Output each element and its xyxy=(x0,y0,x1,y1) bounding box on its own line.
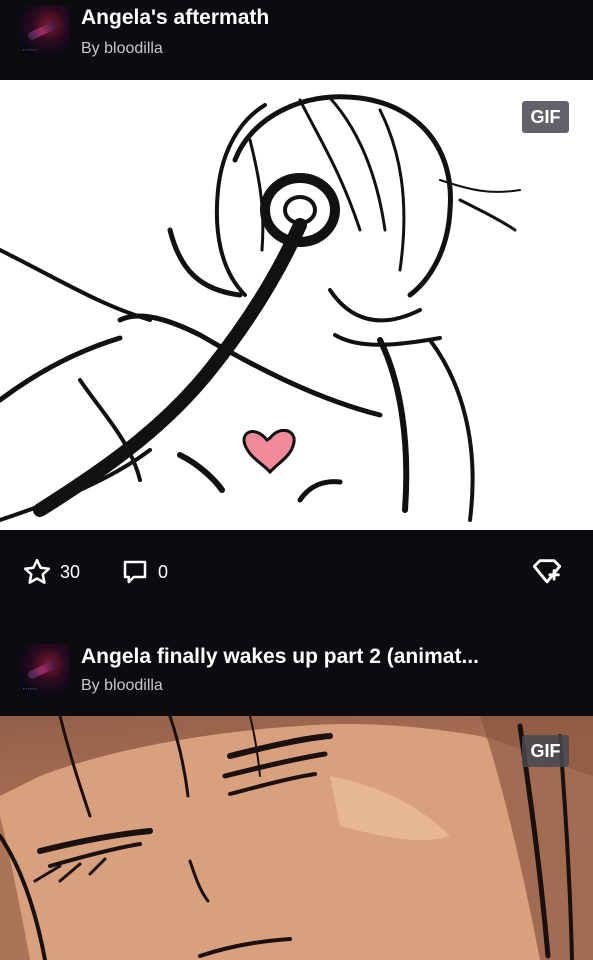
post-header: ▪▪▪▪▪▪ Angela's aftermath By bloodilla xyxy=(0,0,593,80)
post-media-image[interactable]: GIF xyxy=(0,716,593,960)
comment-count: 0 xyxy=(158,561,169,582)
post-author[interactable]: By bloodilla xyxy=(81,676,163,696)
post-card: ▪▪▪▪▪▪ Angela's aftermath By bloodilla G… xyxy=(0,0,593,584)
comment-bubble-icon xyxy=(120,557,150,587)
author-avatar[interactable]: ▪▪▪▪▪▪ xyxy=(19,644,69,694)
star-icon xyxy=(22,557,52,587)
comment-button[interactable]: 0 xyxy=(120,557,168,587)
post-title[interactable]: Angela finally wakes up part 2 (animat..… xyxy=(81,645,479,669)
post-author[interactable]: By bloodilla xyxy=(81,39,163,59)
gif-badge: GIF xyxy=(522,101,569,133)
post-title[interactable]: Angela's aftermath xyxy=(81,6,269,30)
gift-tag-icon xyxy=(530,555,564,589)
post-header: ▪▪▪▪▪▪ Angela finally wakes up part 2 (a… xyxy=(0,636,593,716)
like-button[interactable]: 30 xyxy=(22,557,80,587)
post-actions: 30 0 xyxy=(0,530,593,610)
post-media-image[interactable]: GIF xyxy=(0,80,593,530)
gif-badge: GIF xyxy=(522,735,569,767)
author-avatar[interactable]: ▪▪▪▪▪▪ xyxy=(19,5,69,55)
face-artwork xyxy=(0,716,593,960)
like-count: 30 xyxy=(60,561,81,582)
tip-button[interactable] xyxy=(530,555,564,589)
sketch-artwork xyxy=(0,80,593,530)
